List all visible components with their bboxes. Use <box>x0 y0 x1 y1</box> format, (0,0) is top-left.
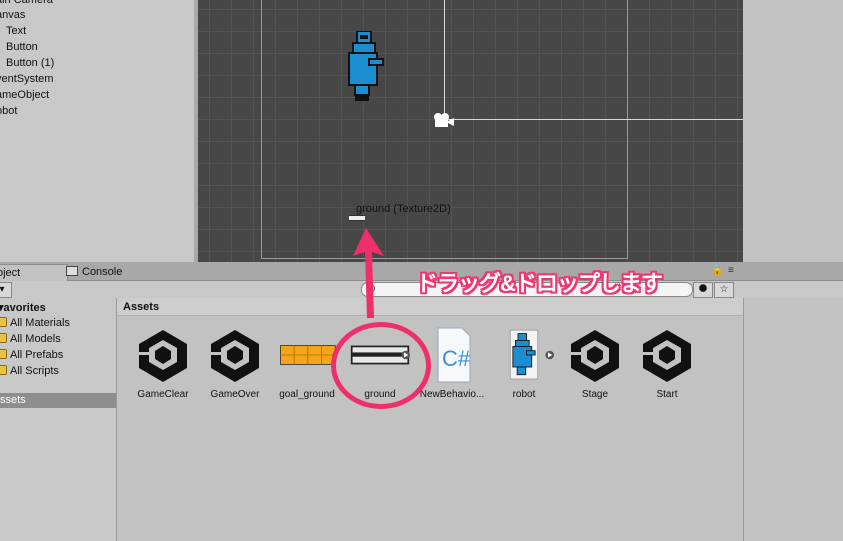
assets-panel: Assets GameClear GameOver goal_ground gr… <box>117 298 743 541</box>
hierarchy-item[interactable]: Button <box>6 39 38 55</box>
scene-view[interactable]: ground (Texture2D) <box>198 0 743 262</box>
hierarchy-item[interactable]: obot <box>0 103 17 119</box>
assets-folder-item[interactable]: ssets <box>0 393 116 408</box>
favorites-panel: ▾avorites All Materials All Models All P… <box>0 298 117 541</box>
svg-text:C#: C# <box>442 346 471 371</box>
favorites-item[interactable]: All Prefabs <box>0 347 63 363</box>
asset-item-start[interactable]: Start <box>630 326 704 402</box>
hierarchy-panel: ain Camera anvas Text Button Button (1) … <box>0 0 194 262</box>
hierarchy-item[interactable]: anvas <box>0 7 25 23</box>
favorites-item[interactable]: All Scripts <box>0 363 59 379</box>
lock-icon[interactable]: 🔒 <box>711 265 723 276</box>
hierarchy-item[interactable]: ventSystem <box>0 71 53 87</box>
axis-line-horizontal <box>444 119 743 120</box>
asset-item-stage[interactable]: Stage <box>558 326 632 402</box>
hierarchy-item[interactable]: Text <box>6 23 26 39</box>
scene-side-area <box>743 0 843 262</box>
asset-item-gameclear[interactable]: GameClear <box>126 326 200 402</box>
create-dropdown-button[interactable]: ▾ <box>0 282 12 298</box>
unity-scene-icon <box>571 330 619 382</box>
asset-label: Start <box>656 389 678 400</box>
search-filter-icon <box>0 317 7 327</box>
highlight-circle-annotation <box>331 322 431 409</box>
texture-thumbnail <box>280 345 336 365</box>
assets-breadcrumb[interactable]: Assets <box>117 298 743 316</box>
robot-sprite <box>509 329 554 380</box>
asset-item-robot[interactable]: robot <box>487 326 561 402</box>
search-filter-icon <box>0 333 7 343</box>
drag-arrow-annotation <box>353 228 384 318</box>
tab-console[interactable]: Console <box>60 264 142 280</box>
favorites-item[interactable]: All Materials <box>0 315 70 331</box>
favorite-star-button[interactable]: ☆ <box>714 282 734 298</box>
favorites-item[interactable]: All Models <box>0 331 61 347</box>
hierarchy-item[interactable]: Button (1) <box>6 55 54 71</box>
search-by-label-button[interactable]: ⯃ <box>693 282 713 298</box>
favorites-heading: ▾avorites <box>0 302 46 314</box>
axis-line-vertical <box>444 0 445 120</box>
annotation-text: ドラッグ&ドロップします <box>416 271 663 296</box>
unity-scene-icon <box>211 330 259 382</box>
assets-side-area <box>743 298 843 541</box>
tab-project[interactable]: oject <box>0 264 68 281</box>
tab-project-label: oject <box>0 267 21 279</box>
unity-scene-icon <box>139 330 187 382</box>
menu-icon[interactable]: ≡ <box>728 265 734 276</box>
drag-tooltip-label: ground (Texture2D) <box>356 203 451 215</box>
unity-scene-icon <box>643 330 691 382</box>
tab-console-label: Console <box>82 266 123 278</box>
robot-sprite[interactable] <box>347 31 387 103</box>
asset-item-gameover[interactable]: GameOver <box>198 326 272 402</box>
ground-sprite[interactable] <box>349 215 365 221</box>
hierarchy-item[interactable]: ameObject <box>0 87 49 103</box>
csharp-script-icon: C# <box>437 327 471 383</box>
search-filter-icon <box>0 349 7 359</box>
search-filter-icon <box>0 365 7 375</box>
console-icon <box>66 266 78 276</box>
camera-gizmo-icon[interactable] <box>433 113 455 128</box>
